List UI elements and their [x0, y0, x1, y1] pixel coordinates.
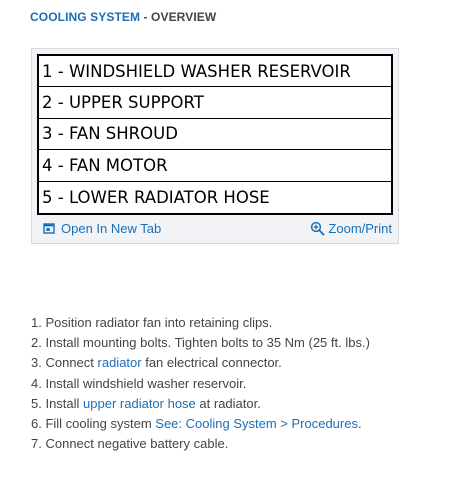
step-text: .: [357, 416, 362, 432]
heading-subtitle: - OVERVIEW: [140, 10, 217, 24]
step-text: Connect: [45, 355, 98, 371]
heading-link[interactable]: COOLING SYSTEM: [30, 10, 140, 24]
step-text: fan electrical connector.: [141, 355, 282, 371]
zoom-print-link[interactable]: Zoom/Print: [310, 221, 392, 236]
legend-item: 4 - FAN MOTOR: [39, 150, 391, 182]
step-text: at radiator.: [195, 395, 261, 411]
figure-actions: Open In New Tab Zoom/Print: [32, 221, 398, 241]
step-number: 2.: [31, 335, 46, 351]
step-text: Install: [45, 395, 84, 411]
step-number: 1.: [31, 315, 46, 330]
zoom-print-label: Zoom/Print: [328, 221, 392, 236]
step-item: 5. Install upper radiator hose at radiat…: [31, 394, 370, 414]
step-text: Connect negative battery cable.: [45, 436, 229, 452]
figure-panel: 1 - WINDSHIELD WASHER RESERVOIR 2 - UPPE…: [31, 48, 399, 244]
step-number: 6.: [31, 416, 46, 432]
step-link[interactable]: See: Cooling System > Procedures: [155, 416, 358, 431]
figure-legend-table[interactable]: 1 - WINDSHIELD WASHER RESERVOIR 2 - UPPE…: [37, 54, 393, 215]
step-text: Install mounting bolts. Tighten bolts to…: [45, 335, 370, 351]
legend-item: 3 - FAN SHROUD: [39, 119, 391, 151]
step-text: Position radiator fan into retaining cli…: [45, 315, 273, 330]
step-item: 1. Position radiator fan into retaining …: [31, 313, 370, 333]
step-item: 6. Fill cooling system See: Cooling Syst…: [31, 414, 370, 434]
step-number: 3.: [31, 355, 46, 371]
step-text: Install windshield washer reservoir.: [45, 375, 247, 391]
step-number: 4.: [31, 375, 46, 391]
step-number: 5.: [31, 395, 46, 411]
step-item: 3. Connect radiator fan electrical conne…: [31, 353, 370, 373]
step-link[interactable]: radiator: [98, 355, 142, 370]
legend-item: 1 - WINDSHIELD WASHER RESERVOIR: [39, 56, 391, 88]
legend-item: 2 - UPPER SUPPORT: [39, 87, 391, 119]
step-item: 4. Install windshield washer reservoir.: [31, 374, 370, 394]
step-link[interactable]: upper radiator hose: [83, 396, 196, 411]
new-window-icon: [43, 223, 55, 234]
procedure-steps: 1. Position radiator fan into retaining …: [31, 313, 370, 454]
open-in-new-tab-label: Open In New Tab: [61, 221, 162, 236]
magnifier-plus-icon: [310, 221, 325, 236]
legend-item: 5 - LOWER RADIATOR HOSE: [42, 187, 270, 207]
step-number: 7.: [31, 436, 46, 452]
step-item: 2. Install mounting bolts. Tighten bolts…: [31, 333, 370, 353]
section-heading: COOLING SYSTEM - OVERVIEW: [30, 10, 216, 24]
step-item: 7. Connect negative battery cable.: [31, 434, 370, 454]
open-in-new-tab-link[interactable]: Open In New Tab: [43, 221, 161, 236]
step-text: Fill cooling system: [45, 416, 156, 432]
